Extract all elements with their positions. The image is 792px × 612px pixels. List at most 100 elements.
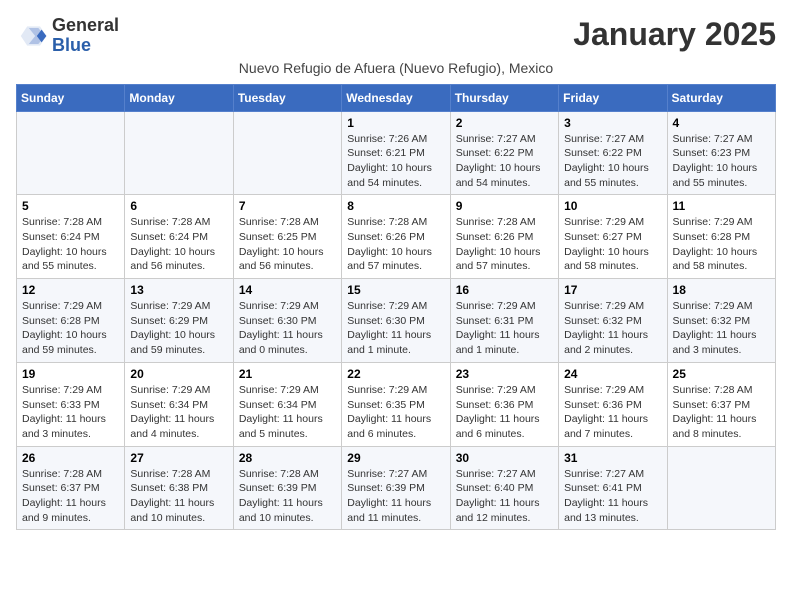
header-wednesday: Wednesday: [342, 84, 450, 111]
day-cell: 27Sunrise: 7:28 AMSunset: 6:38 PMDayligh…: [125, 446, 233, 530]
day-cell: [667, 446, 775, 530]
day-number: 23: [456, 367, 553, 381]
day-cell: 4 Sunrise: 7:27 AMSunset: 6:23 PMDaylight…: [667, 111, 775, 195]
logo-icon: [16, 20, 48, 52]
day-cell: 11 Sunrise: 7:29 AMSunset: 6:28 PMDayligh…: [667, 195, 775, 279]
day-info: Sunrise: 7:29 AMSunset: 6:36 PMDaylight:…: [456, 383, 553, 442]
week-row-1: 5 Sunrise: 7:28 AMSunset: 6:24 PMDaylight…: [17, 195, 776, 279]
day-number: 22: [347, 367, 444, 381]
month-title: January 2025: [573, 16, 776, 53]
day-info: Sunrise: 7:29 AMSunset: 6:34 PMDaylight:…: [130, 383, 227, 442]
day-info: Sunrise: 7:27 AMSunset: 6:23 PMDaylight:…: [673, 132, 770, 191]
day-cell: 26Sunrise: 7:28 AMSunset: 6:37 PMDayligh…: [17, 446, 125, 530]
day-number: 9: [456, 199, 553, 213]
day-cell: 1 Sunrise: 7:26 AMSunset: 6:21 PMDaylight…: [342, 111, 450, 195]
day-cell: 25Sunrise: 7:28 AMSunset: 6:37 PMDayligh…: [667, 362, 775, 446]
day-info: Sunrise: 7:28 AMSunset: 6:24 PMDaylight:…: [22, 215, 119, 274]
calendar-header-row: SundayMondayTuesdayWednesdayThursdayFrid…: [17, 84, 776, 111]
day-info: Sunrise: 7:27 AMSunset: 6:40 PMDaylight:…: [456, 467, 553, 526]
day-cell: 24 Sunrise: 7:29 AMSunset: 6:36 PMDayligh…: [559, 362, 667, 446]
day-cell: 29 Sunrise: 7:27 AMSunset: 6:39 PMDayligh…: [342, 446, 450, 530]
day-cell: 7 Sunrise: 7:28 AMSunset: 6:25 PMDaylight…: [233, 195, 341, 279]
day-info: Sunrise: 7:29 AMSunset: 6:33 PMDaylight:…: [22, 383, 119, 442]
day-info: Sunrise: 7:29 AMSunset: 6:28 PMDaylight:…: [673, 215, 770, 274]
day-number: 7: [239, 199, 336, 213]
day-number: 15: [347, 283, 444, 297]
day-info: Sunrise: 7:28 AMSunset: 6:26 PMDaylight:…: [347, 215, 444, 274]
day-number: 28: [239, 451, 336, 465]
day-cell: [125, 111, 233, 195]
day-number: 2: [456, 116, 553, 130]
subtitle: Nuevo Refugio de Afuera (Nuevo Refugio),…: [16, 60, 776, 76]
day-number: 20: [130, 367, 227, 381]
day-number: 11: [673, 199, 770, 213]
header-monday: Monday: [125, 84, 233, 111]
day-number: 18: [673, 283, 770, 297]
week-row-3: 19Sunrise: 7:29 AMSunset: 6:33 PMDayligh…: [17, 362, 776, 446]
logo: General Blue: [16, 16, 119, 56]
day-number: 4: [673, 116, 770, 130]
header-friday: Friday: [559, 84, 667, 111]
day-number: 21: [239, 367, 336, 381]
day-info: Sunrise: 7:28 AMSunset: 6:25 PMDaylight:…: [239, 215, 336, 274]
day-number: 3: [564, 116, 661, 130]
day-info: Sunrise: 7:28 AMSunset: 6:39 PMDaylight:…: [239, 467, 336, 526]
day-info: Sunrise: 7:29 AMSunset: 6:30 PMDaylight:…: [347, 299, 444, 358]
day-cell: 23 Sunrise: 7:29 AMSunset: 6:36 PMDayligh…: [450, 362, 558, 446]
day-number: 24: [564, 367, 661, 381]
day-info: Sunrise: 7:27 AMSunset: 6:39 PMDaylight:…: [347, 467, 444, 526]
day-info: Sunrise: 7:29 AMSunset: 6:36 PMDaylight:…: [564, 383, 661, 442]
day-number: 14: [239, 283, 336, 297]
header-tuesday: Tuesday: [233, 84, 341, 111]
day-cell: [233, 111, 341, 195]
day-cell: 5 Sunrise: 7:28 AMSunset: 6:24 PMDaylight…: [17, 195, 125, 279]
day-cell: 14 Sunrise: 7:29 AMSunset: 6:30 PMDayligh…: [233, 279, 341, 363]
day-info: Sunrise: 7:29 AMSunset: 6:31 PMDaylight:…: [456, 299, 553, 358]
day-number: 1: [347, 116, 444, 130]
day-info: Sunrise: 7:27 AMSunset: 6:22 PMDaylight:…: [456, 132, 553, 191]
day-cell: 20 Sunrise: 7:29 AMSunset: 6:34 PMDayligh…: [125, 362, 233, 446]
day-number: 29: [347, 451, 444, 465]
day-info: Sunrise: 7:29 AMSunset: 6:29 PMDaylight:…: [130, 299, 227, 358]
day-info: Sunrise: 7:29 AMSunset: 6:28 PMDaylight:…: [22, 299, 119, 358]
day-cell: 3 Sunrise: 7:27 AMSunset: 6:22 PMDaylight…: [559, 111, 667, 195]
day-cell: 9 Sunrise: 7:28 AMSunset: 6:26 PMDaylight…: [450, 195, 558, 279]
day-info: Sunrise: 7:28 AMSunset: 6:26 PMDaylight:…: [456, 215, 553, 274]
day-cell: 13 Sunrise: 7:29 AMSunset: 6:29 PMDayligh…: [125, 279, 233, 363]
day-cell: 15 Sunrise: 7:29 AMSunset: 6:30 PMDayligh…: [342, 279, 450, 363]
day-number: 30: [456, 451, 553, 465]
header-saturday: Saturday: [667, 84, 775, 111]
day-number: 5: [22, 199, 119, 213]
day-cell: 31Sunrise: 7:27 AMSunset: 6:41 PMDayligh…: [559, 446, 667, 530]
day-cell: 30 Sunrise: 7:27 AMSunset: 6:40 PMDayligh…: [450, 446, 558, 530]
day-info: Sunrise: 7:29 AMSunset: 6:35 PMDaylight:…: [347, 383, 444, 442]
day-cell: 19Sunrise: 7:29 AMSunset: 6:33 PMDayligh…: [17, 362, 125, 446]
week-row-0: 1 Sunrise: 7:26 AMSunset: 6:21 PMDaylight…: [17, 111, 776, 195]
day-number: 12: [22, 283, 119, 297]
day-cell: 17 Sunrise: 7:29 AMSunset: 6:32 PMDayligh…: [559, 279, 667, 363]
header-thursday: Thursday: [450, 84, 558, 111]
page-header: General Blue January 2025: [16, 16, 776, 56]
calendar-table: SundayMondayTuesdayWednesdayThursdayFrid…: [16, 84, 776, 531]
day-cell: 12 Sunrise: 7:29 AMSunset: 6:28 PMDayligh…: [17, 279, 125, 363]
day-info: Sunrise: 7:26 AMSunset: 6:21 PMDaylight:…: [347, 132, 444, 191]
day-info: Sunrise: 7:28 AMSunset: 6:24 PMDaylight:…: [130, 215, 227, 274]
day-number: 16: [456, 283, 553, 297]
day-cell: 6 Sunrise: 7:28 AMSunset: 6:24 PMDaylight…: [125, 195, 233, 279]
day-number: 26: [22, 451, 119, 465]
day-number: 27: [130, 451, 227, 465]
header-sunday: Sunday: [17, 84, 125, 111]
day-cell: 10Sunrise: 7:29 AMSunset: 6:27 PMDayligh…: [559, 195, 667, 279]
day-info: Sunrise: 7:27 AMSunset: 6:41 PMDaylight:…: [564, 467, 661, 526]
day-cell: 21Sunrise: 7:29 AMSunset: 6:34 PMDayligh…: [233, 362, 341, 446]
day-info: Sunrise: 7:29 AMSunset: 6:30 PMDaylight:…: [239, 299, 336, 358]
day-cell: [17, 111, 125, 195]
day-number: 17: [564, 283, 661, 297]
day-cell: 18Sunrise: 7:29 AMSunset: 6:32 PMDayligh…: [667, 279, 775, 363]
day-number: 10: [564, 199, 661, 213]
day-number: 13: [130, 283, 227, 297]
day-cell: 22 Sunrise: 7:29 AMSunset: 6:35 PMDayligh…: [342, 362, 450, 446]
day-number: 6: [130, 199, 227, 213]
day-info: Sunrise: 7:29 AMSunset: 6:32 PMDaylight:…: [564, 299, 661, 358]
day-info: Sunrise: 7:27 AMSunset: 6:22 PMDaylight:…: [564, 132, 661, 191]
